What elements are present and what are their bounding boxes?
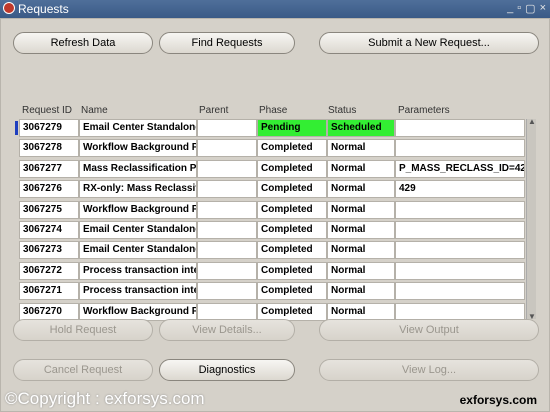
requests-table: Request ID Name Parent Phase Status Para… bbox=[15, 105, 535, 327]
scroll-up-icon[interactable]: ▲ bbox=[528, 117, 536, 126]
header-name: Name bbox=[81, 105, 108, 116]
status-cell[interactable]: Normal bbox=[327, 139, 395, 158]
window-controls: _ ▫ ▢ × bbox=[507, 2, 546, 15]
title-bar: Requests _ ▫ ▢ × bbox=[0, 0, 550, 18]
status-cell[interactable]: Normal bbox=[327, 159, 395, 178]
submit-new-request-button[interactable]: Submit a New Request... bbox=[319, 32, 539, 54]
name-cell[interactable]: Process transaction inter bbox=[79, 261, 197, 280]
refresh-data-button[interactable]: Refresh Data bbox=[13, 32, 153, 54]
status-cell[interactable]: Normal bbox=[327, 282, 395, 301]
parameters-cell[interactable] bbox=[395, 119, 525, 137]
name-cell[interactable]: Workflow Background Pr bbox=[79, 200, 197, 219]
name-cell[interactable]: Email Center Standalone bbox=[79, 119, 197, 137]
status-cell[interactable]: Scheduled bbox=[327, 119, 395, 137]
name-cell[interactable]: Process transaction inter bbox=[79, 282, 197, 301]
request-id-cell[interactable]: 3067278 bbox=[19, 139, 79, 158]
request-id-cell[interactable]: 3067277 bbox=[19, 159, 79, 178]
parameters-cell[interactable] bbox=[395, 282, 525, 301]
phase-cell[interactable]: Completed bbox=[257, 261, 327, 280]
current-record-indicator bbox=[15, 121, 18, 135]
parameters-cell[interactable] bbox=[395, 261, 525, 280]
request-id-cell[interactable]: 3067271 bbox=[19, 282, 79, 301]
phase-cell[interactable]: Completed bbox=[257, 241, 327, 260]
brand-text: exforsys.com bbox=[459, 393, 537, 407]
status-cell[interactable]: Normal bbox=[327, 180, 395, 199]
parent-cell[interactable] bbox=[197, 119, 257, 137]
copyright-watermark: ©Copyright : exforsys.com bbox=[5, 389, 205, 408]
phase-cell[interactable]: Completed bbox=[257, 180, 327, 199]
restore-icon[interactable]: ▫ bbox=[517, 2, 521, 15]
request-id-cell[interactable]: 3067275 bbox=[19, 200, 79, 219]
name-cell[interactable]: Workflow Background Pr bbox=[79, 302, 197, 321]
name-cell[interactable]: Email Center Standalone bbox=[79, 221, 197, 239]
parameters-cell[interactable]: P_MASS_RECLASS_ID=429, bbox=[395, 159, 525, 178]
parent-cell[interactable] bbox=[197, 302, 257, 321]
view-details-button[interactable]: View Details... bbox=[159, 319, 295, 341]
parameters-cell[interactable]: 429 bbox=[395, 180, 525, 199]
phase-cell[interactable]: Pending bbox=[257, 119, 327, 137]
name-cell[interactable]: Mass Reclassification Pre bbox=[79, 159, 197, 178]
name-cell[interactable]: Email Center Standalone bbox=[79, 241, 197, 260]
cancel-request-button[interactable]: Cancel Request bbox=[13, 359, 153, 381]
status-cell[interactable]: Normal bbox=[327, 261, 395, 280]
name-cell[interactable]: RX-only: Mass Reclassific bbox=[79, 180, 197, 199]
parent-cell[interactable] bbox=[197, 241, 257, 260]
close-icon[interactable]: × bbox=[540, 2, 546, 15]
parameters-cell[interactable] bbox=[395, 139, 525, 158]
phase-cell[interactable]: Completed bbox=[257, 221, 327, 239]
status-cell[interactable]: Normal bbox=[327, 302, 395, 321]
parent-cell[interactable] bbox=[197, 261, 257, 280]
parent-cell[interactable] bbox=[197, 282, 257, 301]
parameters-cell[interactable] bbox=[395, 200, 525, 219]
parent-cell[interactable] bbox=[197, 180, 257, 199]
header-parent: Parent bbox=[199, 105, 229, 116]
header-status: Status bbox=[328, 105, 357, 116]
header-request-id: Request ID bbox=[22, 105, 73, 116]
find-requests-button[interactable]: Find Requests bbox=[159, 32, 295, 54]
header-parameters: Parameters bbox=[398, 105, 450, 116]
phase-cell[interactable]: Completed bbox=[257, 302, 327, 321]
window-title: Requests bbox=[18, 2, 69, 16]
parameters-cell[interactable] bbox=[395, 302, 525, 321]
phase-cell[interactable]: Completed bbox=[257, 159, 327, 178]
request-id-cell[interactable]: 3067276 bbox=[19, 180, 79, 199]
request-id-cell[interactable]: 3067270 bbox=[19, 302, 79, 321]
request-id-cell[interactable]: 3067274 bbox=[19, 221, 79, 239]
view-log-button[interactable]: View Log... bbox=[319, 359, 539, 381]
status-cell[interactable]: Normal bbox=[327, 200, 395, 219]
parameters-cell[interactable] bbox=[395, 241, 525, 260]
parent-cell[interactable] bbox=[197, 221, 257, 239]
request-id-cell[interactable]: 3067273 bbox=[19, 241, 79, 260]
status-cell[interactable]: Normal bbox=[327, 241, 395, 260]
hold-request-button[interactable]: Hold Request bbox=[13, 319, 153, 341]
phase-cell[interactable]: Completed bbox=[257, 200, 327, 219]
parent-cell[interactable] bbox=[197, 139, 257, 158]
status-cell[interactable]: Normal bbox=[327, 221, 395, 239]
maximize-icon[interactable]: ▢ bbox=[525, 2, 535, 15]
request-id-cell[interactable]: 3067272 bbox=[19, 261, 79, 280]
parameters-cell[interactable] bbox=[395, 221, 525, 239]
table-scrollbar[interactable]: ▲ ▼ bbox=[526, 117, 536, 321]
phase-cell[interactable]: Completed bbox=[257, 282, 327, 301]
phase-cell[interactable]: Completed bbox=[257, 139, 327, 158]
minimize-icon[interactable]: _ bbox=[507, 2, 513, 15]
parent-cell[interactable] bbox=[197, 200, 257, 219]
parent-cell[interactable] bbox=[197, 159, 257, 178]
view-output-button[interactable]: View Output bbox=[319, 319, 539, 341]
requests-window: Refresh Data Find Requests Submit a New … bbox=[0, 18, 550, 412]
header-phase: Phase bbox=[259, 105, 288, 116]
oracle-app-icon bbox=[3, 2, 15, 14]
diagnostics-button[interactable]: Diagnostics bbox=[159, 359, 295, 381]
request-id-cell[interactable]: 3067279 bbox=[19, 119, 79, 137]
name-cell[interactable]: Workflow Background Pr bbox=[79, 139, 197, 158]
